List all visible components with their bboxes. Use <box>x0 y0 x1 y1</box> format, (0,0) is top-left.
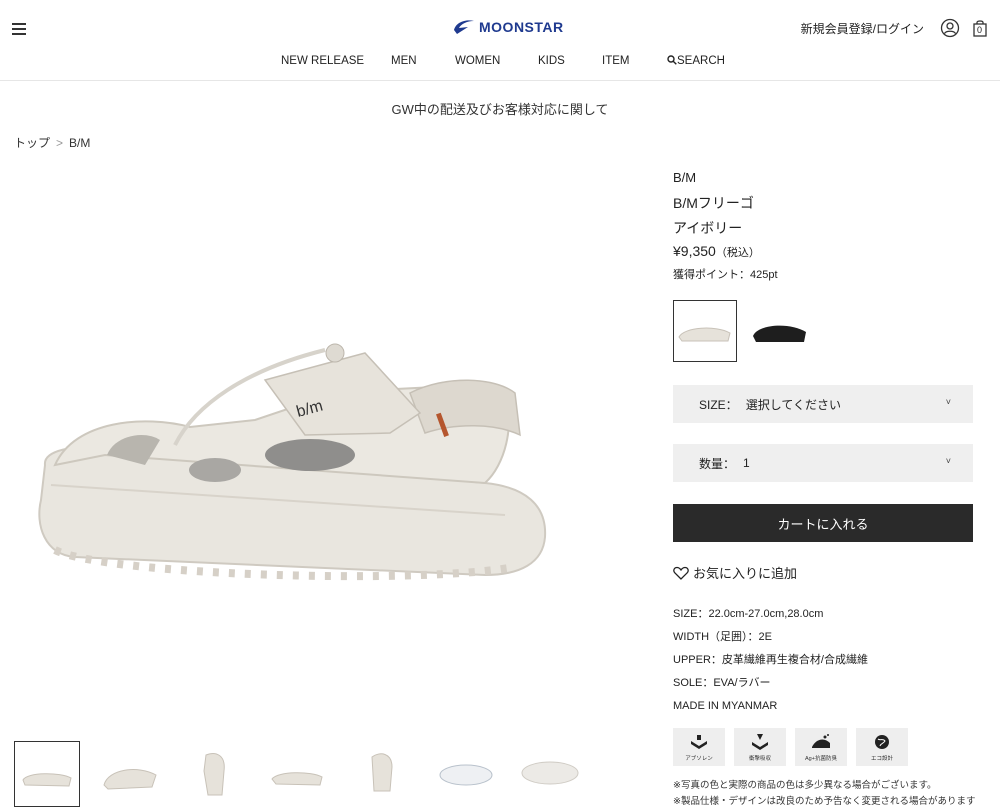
thumbnail-strip <box>14 741 594 807</box>
main-nav: NEW RELEASE MEN WOMEN KIDS ITEM SEARCH <box>0 55 1000 71</box>
user-icon[interactable] <box>940 18 960 38</box>
eco-globe-icon <box>875 735 889 749</box>
thumbnail-7[interactable] <box>518 741 584 807</box>
thumbnail-sandal-side <box>22 773 72 787</box>
spec-upper: UPPER：皮革繊維再生複合材/合成繊維 <box>673 654 868 666</box>
swatch-image-ivory <box>678 327 731 342</box>
cart-button[interactable]: 0 <box>970 18 990 38</box>
product-name: B/Mフリーゴ <box>673 195 754 211</box>
add-to-cart-button[interactable]: カートに入れる <box>673 504 973 542</box>
nav-search-label: SEARCH <box>677 55 725 67</box>
product-specs: SIZE：22.0cm-27.0cm,28.0cm WIDTH（足囲）：2E U… <box>673 607 868 722</box>
feature-label: Ag+抗菌防臭 <box>805 756 837 762</box>
logo-text: MOONSTAR <box>479 19 564 35</box>
quantity-select[interactable]: 数量： 1 ˅ <box>673 444 973 482</box>
account-link[interactable]: 新規会員登録/ログイン <box>801 20 924 37</box>
feature-antibacterial: Ag+抗菌防臭 <box>795 728 847 766</box>
breadcrumb-current: B/M <box>69 136 91 150</box>
product-notes: ※写真の色と実際の商品の色は多少異なる場合がございます。 ※製品仕様・デザインは… <box>673 777 975 807</box>
thumbnail-sandal-top <box>439 764 493 786</box>
chevron-down-icon: ˅ <box>945 456 951 466</box>
nav-new-release[interactable]: NEW RELEASE <box>281 55 364 67</box>
thumbnail-6[interactable] <box>434 741 500 807</box>
spec-size: SIZE：22.0cm-27.0cm,28.0cm <box>673 608 824 620</box>
antibacterial-icon <box>812 734 830 748</box>
feature-label: アブソレン <box>685 756 713 762</box>
site-header: MOONSTAR 新規会員登録/ログイン 0 NEW RELEASE MEN W… <box>0 0 1000 81</box>
main-product-image[interactable]: b/m <box>15 165 585 720</box>
quantity-value: 1 <box>743 456 750 470</box>
note-spec: ※製品仕様・デザインは改良のため予告なく変更される場合があります <box>673 796 976 807</box>
size-select[interactable]: SIZE： 選択してください ˅ <box>673 385 973 423</box>
nav-search[interactable]: SEARCH <box>667 55 725 67</box>
notice-banner[interactable]: GW中の配送及びお客様対応に関して <box>0 99 1000 118</box>
nav-kids[interactable]: KIDS <box>538 55 565 67</box>
price-value: ¥9,350 <box>673 243 716 259</box>
search-icon <box>667 55 677 65</box>
nav-men[interactable]: MEN <box>391 55 417 67</box>
product-color: アイボリー <box>673 220 743 236</box>
product-price: ¥9,350（税込） <box>673 243 760 260</box>
thumbnail-sandal-angle <box>103 769 157 790</box>
thumbnail-4[interactable] <box>266 741 332 807</box>
favorite-label: お気に入りに追加 <box>693 566 798 581</box>
quantity-label: 数量： <box>699 456 736 471</box>
tax-note: （税込） <box>715 247 760 259</box>
thumbnail-sandal-front <box>203 753 225 796</box>
feature-shock-absorb: 衝撃吸収 <box>734 728 786 766</box>
feature-label: 衝撃吸収 <box>748 756 771 762</box>
menu-icon[interactable] <box>12 21 26 35</box>
spec-origin: MADE IN MYANMAR <box>673 700 778 712</box>
size-label: SIZE： <box>699 397 738 412</box>
site-logo[interactable]: MOONSTAR <box>452 18 564 36</box>
color-swatch-ivory[interactable] <box>673 300 737 362</box>
shock-absorb-icon <box>752 734 768 750</box>
nav-item[interactable]: ITEM <box>602 55 629 67</box>
feature-label: エコ設計 <box>870 756 893 762</box>
heart-icon <box>673 566 689 580</box>
thumbnail-3[interactable] <box>182 741 248 807</box>
thumbnail-sandal-inner <box>271 772 323 786</box>
nav-women[interactable]: WOMEN <box>455 55 500 67</box>
spec-sole: SOLE：EVA/ラバー <box>673 677 771 689</box>
product-points: 獲得ポイント：425pt <box>673 269 778 281</box>
thumbnail-sandal-sole <box>521 761 579 785</box>
breadcrumb-home[interactable]: トップ <box>14 136 50 150</box>
size-value: 選択してください <box>745 397 841 412</box>
breadcrumb: トップ > B/M <box>14 134 90 151</box>
swatch-image-black <box>753 325 806 342</box>
chevron-down-icon: ˅ <box>945 397 951 407</box>
product-brand[interactable]: B/M <box>673 170 696 185</box>
note-color: ※写真の色と実際の商品の色は多少異なる場合がございます。 <box>673 780 937 791</box>
thumbnail-1[interactable] <box>14 741 80 807</box>
thumbnail-2[interactable] <box>98 741 164 807</box>
feature-eco: エコ設計 <box>856 728 908 766</box>
add-to-favorites-button[interactable]: お気に入りに追加 <box>673 563 797 582</box>
moonstar-logo-icon <box>454 20 474 34</box>
color-swatch-black[interactable] <box>748 300 812 362</box>
breadcrumb-separator: > <box>56 136 64 150</box>
shoe-cushion-icon <box>691 735 707 749</box>
spec-width: WIDTH（足囲）：2E <box>673 631 772 643</box>
thumbnail-5[interactable] <box>350 741 416 807</box>
thumbnail-sandal-back <box>371 753 393 792</box>
cart-count: 0 <box>977 25 983 35</box>
feature-absorben: アブソレン <box>673 728 725 766</box>
